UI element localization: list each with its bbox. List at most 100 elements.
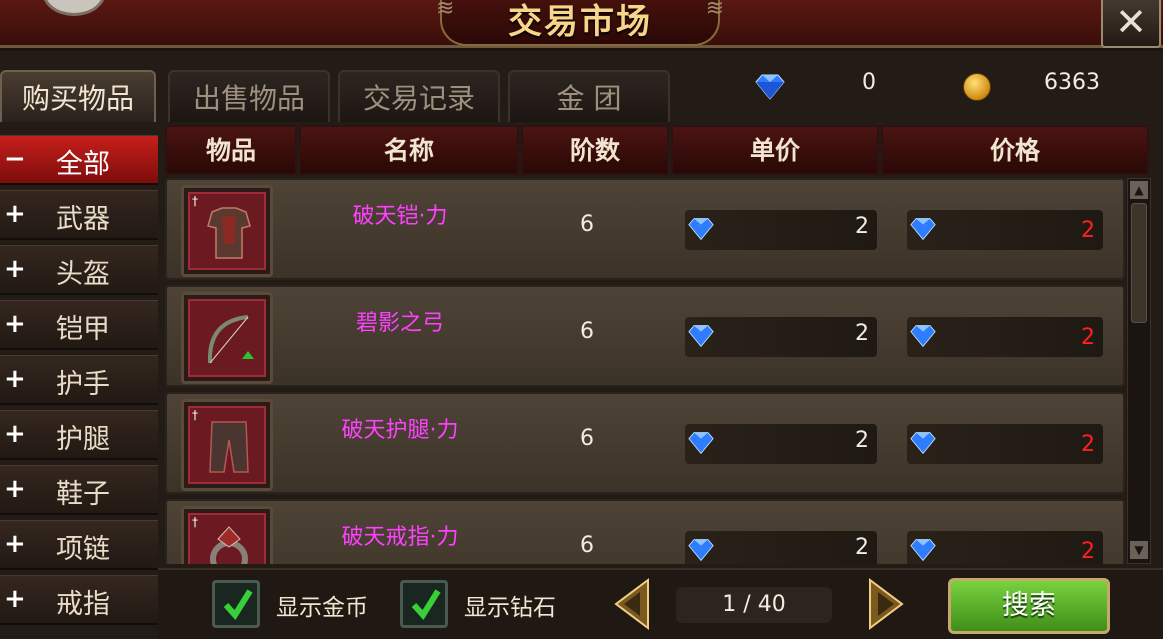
column-header-item: 物品 [165,125,297,175]
item-tier: 6 [580,426,594,451]
unit-price-field: 2 [685,531,877,564]
item-tier: 6 [580,533,594,558]
gold-coin-icon [963,73,991,101]
item-slot[interactable]: † [181,506,273,564]
expand-icon: + [4,199,26,229]
avatar[interactable] [42,0,106,16]
armor-icon [207,207,251,259]
show-gold-label: 显示金币 [276,595,368,621]
unit-price-field: 2 [685,424,877,464]
bind-mark-icon: † [192,194,198,208]
expand-icon: + [4,254,26,284]
scroll-up-icon[interactable]: ▲ [1130,181,1148,199]
column-header-price: 价格 [881,125,1149,175]
price-field: 2 [907,531,1103,564]
diamond-icon [688,218,714,241]
price-field: 2 [907,424,1103,464]
table-row[interactable]: 碧影之弓 6 2 2 [165,285,1125,387]
tab-history[interactable]: 交易记录 [338,70,500,122]
column-header-name: 名称 [299,125,519,175]
sidebar-item-label: 铠甲 [56,314,110,345]
sidebar-item-label: 项链 [56,534,110,565]
diamond-icon [688,539,714,562]
table-row[interactable]: † 破天护腿·力 6 2 2 [165,392,1125,494]
unit-price-value: 2 [855,321,869,346]
diamond-icon [688,325,714,348]
show-gold-checkbox[interactable] [212,580,260,628]
checkmark-icon [223,589,253,620]
price-value: 2 [1081,432,1095,457]
scroll-down-icon[interactable]: ▼ [1130,541,1148,559]
sidebar-item-gloves[interactable]: + 护手 [0,355,158,405]
item-tier: 6 [580,319,594,344]
price-value: 2 [1081,325,1095,350]
sidebar-item-label: 鞋子 [56,479,110,510]
diamond-balance: 0 [862,70,876,95]
sidebar-item-ring[interactable]: + 戒指 [0,575,158,625]
sidebar-item-armor[interactable]: + 铠甲 [0,300,158,350]
show-diamond-label: 显示钻石 [464,595,556,621]
bind-mark-icon: † [192,408,198,422]
diamond-icon [910,432,936,455]
next-page-button[interactable] [866,578,906,630]
item-slot[interactable] [181,292,273,384]
item-name: 破天铠·力 [352,204,448,229]
tab-gold-group[interactable]: 金 团 [508,70,670,122]
gold-balance: 6363 [1044,70,1100,95]
expand-icon: + [4,474,26,504]
tab-sell[interactable]: 出售物品 [168,70,330,122]
unit-price-field: 2 [685,210,877,250]
collapse-icon: − [4,144,26,174]
sidebar-item-shoes[interactable]: + 鞋子 [0,465,158,515]
item-list[interactable]: † 破天铠·力 6 2 2 碧影之弓 6 2 2 † 破天护腿·力 6 2 2 … [165,178,1127,564]
unit-price-field: 2 [685,317,877,357]
title-plaque: ≋ 交易市场 ≋ [436,0,724,46]
table-row[interactable]: † 破天铠·力 6 2 2 [165,178,1125,280]
sidebar-item-label: 护腿 [56,424,110,455]
bind-mark-icon: † [192,515,198,529]
expand-icon: + [4,419,26,449]
item-tier: 6 [580,212,594,237]
close-x-icon: ✕ [1115,0,1147,44]
column-header-tier: 阶数 [521,125,669,175]
search-button[interactable]: 搜索 [948,578,1110,634]
item-name: 破天戒指·力 [341,525,459,550]
bow-icon [207,315,254,364]
expand-icon: + [4,584,26,614]
item-slot[interactable]: † [181,399,273,491]
sidebar-item-label: 头盔 [56,259,110,290]
diamond-icon [755,74,785,100]
item-slot[interactable]: † [181,185,273,277]
sidebar-item-helmet[interactable]: + 头盔 [0,245,158,295]
column-header-unit-price: 单价 [671,125,879,175]
right-ornament-icon: ≋ [705,0,724,21]
price-field: 2 [907,210,1103,250]
sidebar-item-label: 武器 [56,204,110,235]
scroll-thumb[interactable] [1131,203,1147,323]
sidebar-item-label: 戒指 [56,589,110,620]
show-diamond-checkbox[interactable] [400,580,448,628]
price-value: 2 [1081,218,1095,243]
sidebar-item-label: 全部 [56,149,110,180]
sidebar-item-label: 护手 [56,369,110,400]
unit-price-value: 2 [855,214,869,239]
sidebar-item-necklace[interactable]: + 项链 [0,520,158,570]
close-button[interactable]: ✕ [1101,0,1161,48]
page-indicator: 1 / 40 [676,587,832,623]
sidebar-item-weapon[interactable]: + 武器 [0,190,158,240]
table-row[interactable]: † 破天戒指·力 6 2 2 [165,499,1125,564]
diamond-icon [910,539,936,562]
item-name: 破天护腿·力 [341,418,459,443]
window-title: 交易市场 [508,2,652,42]
list-scrollbar[interactable]: ▲ ▼ [1127,178,1151,564]
unit-price-value: 2 [855,428,869,453]
prev-page-button[interactable] [612,578,652,630]
expand-icon: + [4,309,26,339]
tab-buy[interactable]: 购买物品 [0,70,156,122]
unit-price-value: 2 [855,535,869,560]
checkmark-icon [411,589,441,620]
ring-icon [210,526,248,564]
sidebar-item-all[interactable]: − 全部 [0,135,158,185]
price-field: 2 [907,317,1103,357]
sidebar-item-leggings[interactable]: + 护腿 [0,410,158,460]
